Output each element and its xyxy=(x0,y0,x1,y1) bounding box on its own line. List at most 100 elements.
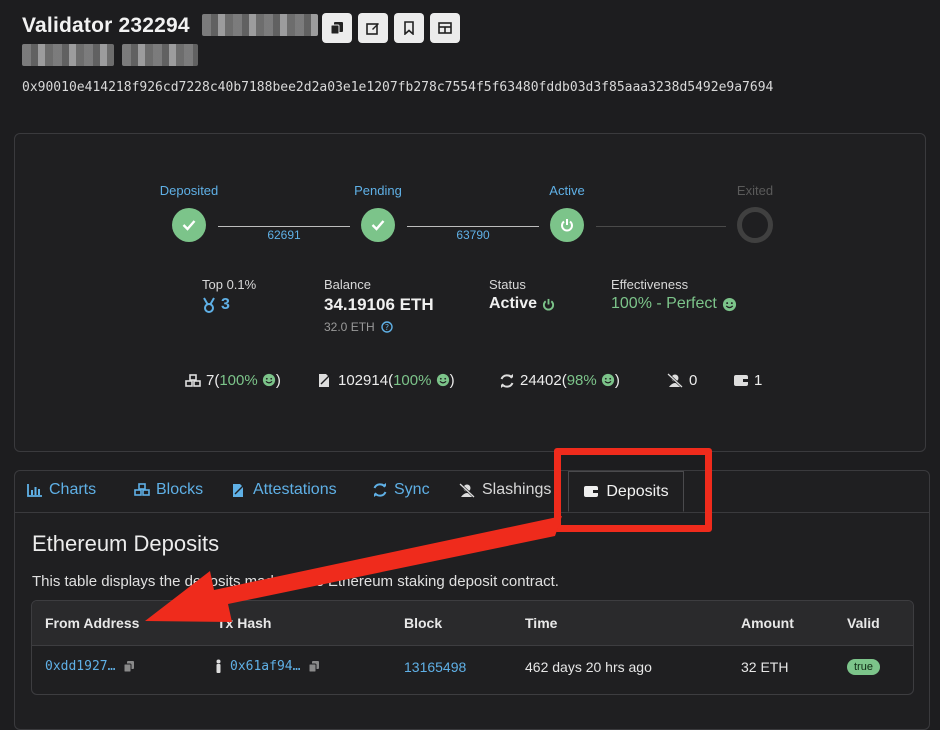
edit-icon xyxy=(366,23,379,35)
column-tx-hash[interactable]: Tx Hash xyxy=(217,615,271,631)
table-button[interactable] xyxy=(430,13,460,43)
validator-title: Validator 232294 xyxy=(22,14,190,37)
cubes-icon xyxy=(134,483,150,496)
tab-sync[interactable]: Sync xyxy=(372,481,430,499)
file-signature-icon xyxy=(233,483,246,497)
tab-charts[interactable]: Charts xyxy=(27,481,96,499)
row-block: 13165498 xyxy=(404,659,466,675)
tab-slashings[interactable]: Slashings xyxy=(458,481,551,499)
medal-icon xyxy=(203,297,215,313)
effective-balance-value: 32.0 ETH xyxy=(324,320,375,334)
cubes-icon xyxy=(185,373,201,387)
from-address-link[interactable]: 0xdd1927… xyxy=(45,659,115,674)
sync-icon xyxy=(500,373,514,388)
proposals-metric[interactable]: 7(100% ) xyxy=(185,372,281,389)
deposits-table: From Address Tx Hash Block Time Amount V… xyxy=(31,600,914,695)
status-text: Active xyxy=(489,295,538,312)
column-block[interactable]: Block xyxy=(404,615,442,631)
proposals-count: 7 xyxy=(206,372,215,389)
copy-icon[interactable] xyxy=(308,660,320,673)
effective-balance: 32.0 ETH ? xyxy=(324,320,393,334)
smile-icon xyxy=(262,373,276,387)
valid-badge: true xyxy=(847,659,880,675)
row-from-address: 0xdd1927… xyxy=(45,659,135,674)
sync-metric[interactable]: 24402(98% ) xyxy=(499,372,620,389)
column-valid[interactable]: Valid xyxy=(847,615,880,631)
stage-connector-3 xyxy=(596,226,726,227)
stage-deposited-check-icon xyxy=(172,208,206,242)
row-tx-hash: 0x61af94… xyxy=(215,659,320,674)
redacted-name xyxy=(202,14,318,36)
tab-blocks[interactable]: Blocks xyxy=(134,481,203,499)
tab-attestations-label: Attestations xyxy=(253,481,337,498)
stage-label-exited: Exited xyxy=(736,183,774,198)
bookmark-button[interactable] xyxy=(394,13,424,43)
tab-charts-label: Charts xyxy=(49,481,97,498)
tab-slashings-label: Slashings xyxy=(482,481,552,498)
effectiveness-value: 100% - Perfect xyxy=(611,295,737,313)
row-valid: true xyxy=(847,659,880,675)
attestations-count: 102914 xyxy=(338,372,389,389)
stage-active-power-icon xyxy=(550,208,584,242)
rank-label: Top 0.1% xyxy=(202,277,257,292)
tab-attestations[interactable]: Attestations xyxy=(231,481,337,499)
redacted-tag-1 xyxy=(22,44,114,66)
user-slash-icon xyxy=(459,482,475,498)
sync-count: 24402 xyxy=(520,372,562,389)
smile-icon xyxy=(601,373,615,387)
stage-connector-1 xyxy=(218,226,350,227)
svg-text:?: ? xyxy=(385,323,389,332)
stage-pending-check-icon xyxy=(361,208,395,242)
balance-value: 34.19106 ETH xyxy=(324,295,434,314)
block-link[interactable]: 13165498 xyxy=(404,659,466,675)
sync-pct: 98% xyxy=(566,372,597,389)
validator-pubkey[interactable]: 0x90010e414218f926cd7228c40b7188bee2d2a0… xyxy=(22,80,773,95)
column-amount[interactable]: Amount xyxy=(741,615,794,631)
smile-icon xyxy=(436,373,449,387)
rank-value[interactable]: 3 xyxy=(202,296,230,314)
smile-icon xyxy=(722,297,736,311)
row-time: 462 days 20 hrs ago xyxy=(525,659,652,675)
column-from-address[interactable]: From Address xyxy=(45,615,139,631)
status-value: Active xyxy=(489,295,555,313)
edit-button[interactable] xyxy=(358,13,388,43)
deposits-count: 1 xyxy=(754,372,763,389)
redacted-tag-2 xyxy=(122,44,198,66)
attestations-pct: 100% xyxy=(393,372,432,389)
deposits-metric[interactable]: 1 xyxy=(733,372,762,389)
copy-icon xyxy=(330,22,343,35)
person-icon xyxy=(216,659,221,673)
slashings-metric[interactable]: 0 xyxy=(666,372,697,389)
stage-label-active: Active xyxy=(549,183,585,198)
attestations-metric[interactable]: 102914(100% ) xyxy=(317,372,455,389)
table-icon xyxy=(438,22,452,34)
copy-button[interactable] xyxy=(322,13,352,43)
stage-exited-ring-icon xyxy=(737,207,773,243)
stage-label-deposited: Deposited xyxy=(159,183,219,198)
proposals-pct: 100% xyxy=(219,372,258,389)
activation-epoch-2[interactable]: 63790 xyxy=(456,228,489,242)
column-time[interactable]: Time xyxy=(525,615,557,631)
annotation-highlight-box xyxy=(554,448,712,532)
help-circle-icon[interactable]: ? xyxy=(381,321,393,333)
chart-icon xyxy=(27,484,42,497)
file-signature-icon xyxy=(319,373,332,387)
rank-number: 3 xyxy=(221,296,230,313)
activation-epoch-1[interactable]: 62691 xyxy=(267,228,300,242)
slashings-count: 0 xyxy=(689,372,698,389)
bookmark-icon xyxy=(404,21,414,35)
section-description: This table displays the deposits made to… xyxy=(32,573,559,590)
effectiveness-text: 100% - Perfect xyxy=(611,295,717,312)
stage-label-pending: Pending xyxy=(354,183,402,198)
tab-blocks-label: Blocks xyxy=(156,481,204,498)
effectiveness-label: Effectiveness xyxy=(611,277,689,292)
status-label: Status xyxy=(489,277,526,292)
user-slash-icon xyxy=(667,373,683,388)
stage-connector-2 xyxy=(407,226,539,227)
validator-overview-panel xyxy=(14,133,926,452)
tab-sync-label: Sync xyxy=(394,481,430,498)
sync-icon xyxy=(373,483,387,497)
copy-icon[interactable] xyxy=(123,660,135,673)
tx-hash-link[interactable]: 0x61af94… xyxy=(230,659,300,674)
section-title: Ethereum Deposits xyxy=(32,531,220,556)
